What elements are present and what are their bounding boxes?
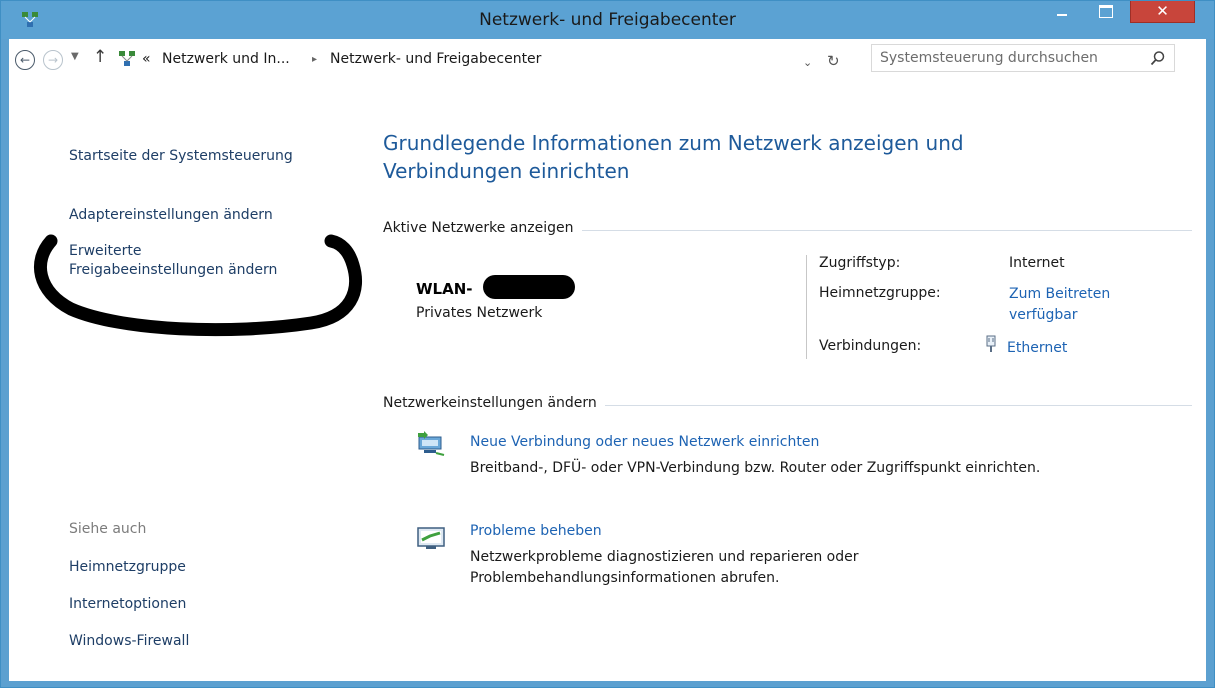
redaction-mark [483,275,575,299]
new-connection-icon[interactable] [416,431,446,457]
see-also-label: Siehe auch [69,521,147,537]
sidebar-link-control-panel-home[interactable]: Startseite der Systemsteuerung [69,148,293,164]
breadcrumb-item-center[interactable]: Netzwerk- und Freigabecenter [330,51,541,67]
refresh-icon[interactable]: ↻ [827,52,840,70]
up-arrow-icon[interactable]: ↑ [93,47,107,67]
scribble-annotation [33,234,363,337]
new-connection-link[interactable]: Neue Verbindung oder neues Netzwerk einr… [470,434,819,450]
active-networks-label: Aktive Netzwerke anzeigen [383,220,582,236]
homegroup-label: Heimnetzgruppe: [819,285,941,301]
homegroup-link-line2[interactable]: verfügbar [1009,305,1110,326]
change-settings-label: Netzwerkeinstellungen ändern [383,395,605,411]
connections-label: Verbindungen: [819,338,922,354]
breadcrumb-overflow[interactable]: « [142,51,151,67]
search-placeholder: Systemsteuerung durchsuchen [880,50,1098,66]
page-title-line2: Verbindungen einrichten [383,159,630,183]
title-bar[interactable]: Netzwerk- und Freigabecenter ✕ [1,1,1214,39]
network-type[interactable]: Privates Netzwerk [416,305,542,321]
sidebar-link-internet-options[interactable]: Internetoptionen [69,596,186,612]
sidebar-link-windows-firewall[interactable]: Windows-Firewall [69,633,189,649]
network-name: WLAN- [416,280,473,298]
network-info-divider [806,255,807,359]
address-dropdown-icon[interactable]: ⌄ [803,56,812,69]
page-title: Grundlegende Informationen zum Netzwerk … [383,129,1063,185]
troubleshoot-link[interactable]: Probleme beheben [470,523,602,539]
recent-locations-chevron-icon[interactable]: ▼ [71,51,79,62]
new-connection-description: Breitband-, DFÜ- oder VPN-Verbindung bzw… [470,458,1190,479]
troubleshoot-description-line1: Netzwerkprobleme diagnostizieren und rep… [470,549,859,565]
homegroup-link-line1[interactable]: Zum Beitreten [1009,284,1110,305]
ethernet-link-text[interactable]: Ethernet [1007,340,1067,356]
access-type-value: Internet [1009,255,1065,271]
back-arrow-icon[interactable]: ← [15,50,35,70]
sidebar-link-adapter-settings[interactable]: Adaptereinstellungen ändern [69,207,273,223]
breadcrumb-separator-icon[interactable]: ▸ [312,54,317,65]
window-title: Netzwerk- und Freigabecenter [479,10,736,30]
content-area: Startseite der Systemsteuerung Adapterei… [9,83,1206,681]
search-icon[interactable] [1150,50,1166,66]
close-button[interactable]: ✕ [1130,1,1195,23]
homegroup-join-link[interactable]: Zum Beitreten verfügbar [1009,284,1110,326]
new-connection-description-line1: Breitband-, DFÜ- oder VPN-Verbindung bzw… [470,460,1041,476]
troubleshoot-icon[interactable] [416,525,446,551]
access-type-label: Zugriffstyp: [819,255,901,271]
ethernet-plug-icon [986,335,996,352]
troubleshoot-description: Netzwerkprobleme diagnostizieren und rep… [470,547,1190,589]
ethernet-connection-link[interactable]: Ethernet [1007,338,1067,359]
breadcrumb-item-network[interactable]: Netzwerk und In... [162,51,290,67]
window: Netzwerk- und Freigabecenter ✕ ← → ▼ ↑ «… [0,0,1215,688]
minimize-button[interactable] [1047,1,1077,23]
search-input[interactable]: Systemsteuerung durchsuchen [871,44,1175,72]
maximize-button[interactable] [1090,1,1120,23]
address-bar[interactable]: « Netzwerk und In... ▸ Netzwerk- und Fre… [115,44,840,74]
page-title-line1: Grundlegende Informationen zum Netzwerk … [383,131,964,155]
network-center-icon [119,51,135,66]
sidebar-link-homegroup[interactable]: Heimnetzgruppe [69,559,186,575]
troubleshoot-description-line2: Problembehandlungsinformationen abrufen. [470,570,780,586]
navigation-bar: ← → ▼ ↑ « Netzwerk und In... ▸ Netzwerk-… [9,39,1206,83]
forward-arrow-icon[interactable]: → [43,50,63,70]
